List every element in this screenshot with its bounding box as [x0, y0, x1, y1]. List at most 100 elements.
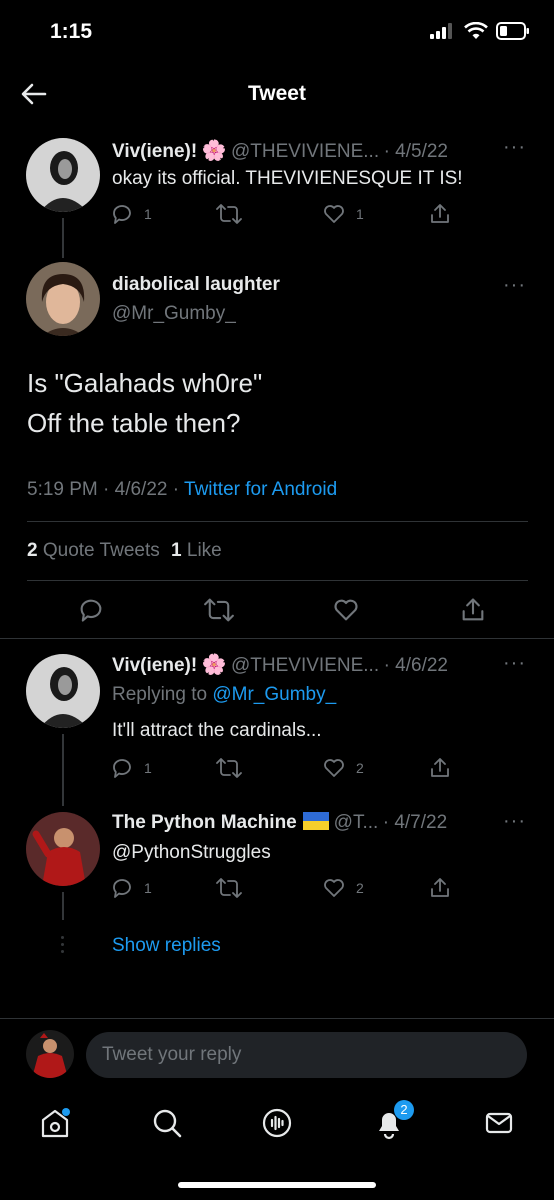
- tweet-date: · 4/7/22: [382, 812, 448, 833]
- avatar[interactable]: [26, 138, 100, 212]
- replying-prefix: Replying to: [112, 684, 208, 705]
- reply-icon: [113, 205, 131, 224]
- tweet-date: · 4/5/22: [383, 141, 448, 162]
- tab-bar: 2: [0, 1098, 554, 1148]
- tweet-text: It'll attract the cardinals...: [112, 720, 322, 741]
- likes-count: 1: [171, 540, 182, 561]
- thread-line: [62, 734, 64, 806]
- more-options-icon[interactable]: ···: [503, 136, 526, 159]
- mention-link[interactable]: @PythonStruggles: [112, 842, 271, 864]
- tweet-text: okay its official. THEVIVIENESQUE IT IS!: [112, 168, 463, 189]
- share-icon[interactable]: [459, 596, 487, 624]
- thread-dots-icon: [61, 936, 65, 953]
- display-name[interactable]: The Python Machine: [112, 812, 297, 833]
- retweet-icon[interactable]: [203, 596, 234, 624]
- reply-input[interactable]: Tweet your reply: [86, 1032, 527, 1078]
- status-icons: [430, 22, 530, 40]
- likes-link[interactable]: 1 Like: [171, 540, 222, 561]
- home-indicator: [178, 1182, 376, 1188]
- like-button[interactable]: 2: [322, 876, 428, 900]
- reply-button[interactable]: 1: [110, 202, 216, 226]
- page-title: Tweet: [248, 82, 306, 105]
- more-options-icon[interactable]: ···: [503, 274, 526, 297]
- tweet-actions: 1 2: [110, 756, 452, 780]
- divider: [0, 1018, 554, 1019]
- retweet-button[interactable]: [216, 202, 322, 226]
- retweet-icon: [216, 878, 242, 898]
- handle[interactable]: @T...: [334, 812, 379, 833]
- reply-icon: [113, 759, 131, 778]
- mail-icon: [485, 1112, 513, 1134]
- display-name[interactable]: Viv(iene)!: [112, 655, 197, 676]
- tab-messages[interactable]: [482, 1106, 516, 1140]
- tab-spaces[interactable]: [260, 1106, 294, 1140]
- display-name[interactable]: diabolical laughter: [112, 274, 280, 296]
- like-count: 2: [356, 880, 364, 896]
- flower-emoji: 🌸: [201, 654, 227, 676]
- more-options-icon[interactable]: ···: [503, 652, 526, 675]
- tab-home[interactable]: [38, 1106, 72, 1140]
- share-button[interactable]: [428, 202, 452, 226]
- like-count: 2: [356, 760, 364, 776]
- divider: [27, 580, 528, 581]
- battery-icon: [496, 22, 529, 40]
- tweet-stats: 2 Quote Tweets 1 Like: [27, 540, 222, 562]
- likes-label: Like: [186, 540, 222, 561]
- reply-icon: [113, 879, 131, 898]
- replying-to-handle[interactable]: @Mr_Gumby_: [212, 684, 336, 705]
- signal-icon: [430, 23, 452, 39]
- heart-icon[interactable]: [332, 596, 360, 624]
- thread-line: [62, 892, 64, 920]
- tweet-header: The Python Machine @T... · 4/7/22: [112, 812, 447, 834]
- heart-icon: [324, 759, 344, 777]
- share-icon: [431, 758, 449, 777]
- show-replies-link[interactable]: Show replies: [112, 935, 221, 957]
- reply-count: 1: [144, 880, 152, 896]
- avatar[interactable]: [26, 262, 100, 336]
- tab-search[interactable]: [150, 1106, 184, 1140]
- quote-label: Quote Tweets: [42, 540, 160, 561]
- quote-tweets-link[interactable]: 2 Quote Tweets: [27, 540, 165, 561]
- tweet-meta: 5:19 PM · 4/6/22 · Twitter for Android: [27, 479, 337, 501]
- reply-icon[interactable]: [77, 596, 105, 624]
- retweet-button[interactable]: [216, 876, 322, 900]
- handle[interactable]: @THEVIVIENE...: [231, 655, 379, 676]
- tweet-header: Viv(iene)! 🌸 @THEVIVIENE... · 4/5/22: [112, 138, 448, 163]
- thread-line: [62, 218, 64, 258]
- handle[interactable]: @Mr_Gumby_: [112, 303, 236, 325]
- retweet-icon: [216, 758, 242, 778]
- more-options-icon[interactable]: ···: [503, 810, 526, 833]
- spaces-icon: [262, 1108, 292, 1138]
- tweet-text-line: Off the table then?: [27, 408, 241, 438]
- tweet-source[interactable]: Twitter for Android: [184, 479, 337, 500]
- home-icon: [41, 1108, 70, 1138]
- share-button[interactable]: [428, 756, 452, 780]
- status-time: 1:15: [50, 20, 93, 43]
- quote-count: 2: [27, 540, 38, 561]
- reply-count: 1: [144, 206, 152, 222]
- avatar[interactable]: [26, 654, 100, 728]
- reply-count: 1: [144, 760, 152, 776]
- tweet-text-line: Is "Galahads wh0re": [27, 368, 263, 398]
- like-button[interactable]: 1: [322, 202, 428, 226]
- like-button[interactable]: 2: [322, 756, 428, 780]
- tweet-text: Is "Galahads wh0re" Off the table then?: [27, 365, 262, 441]
- heart-icon: [324, 879, 344, 897]
- reply-button[interactable]: 1: [110, 756, 216, 780]
- tweet-date: · 4/6/22: [383, 655, 448, 676]
- reply-button[interactable]: 1: [110, 876, 216, 900]
- avatar[interactable]: [26, 812, 100, 886]
- heart-icon: [324, 205, 344, 223]
- main-tweet-actions: [77, 596, 487, 624]
- share-button[interactable]: [428, 876, 452, 900]
- flower-emoji: 🌸: [201, 140, 227, 162]
- display-name[interactable]: Viv(iene)!: [112, 141, 197, 162]
- retweet-button[interactable]: [216, 756, 322, 780]
- retweet-icon: [216, 204, 242, 224]
- divider: [27, 521, 528, 522]
- my-avatar[interactable]: [26, 1030, 74, 1078]
- ukraine-flag-icon: [303, 812, 330, 830]
- tweet-actions: 1 1: [110, 202, 452, 226]
- handle[interactable]: @THEVIVIENE...: [231, 141, 379, 162]
- notification-badge: 2: [394, 1100, 414, 1120]
